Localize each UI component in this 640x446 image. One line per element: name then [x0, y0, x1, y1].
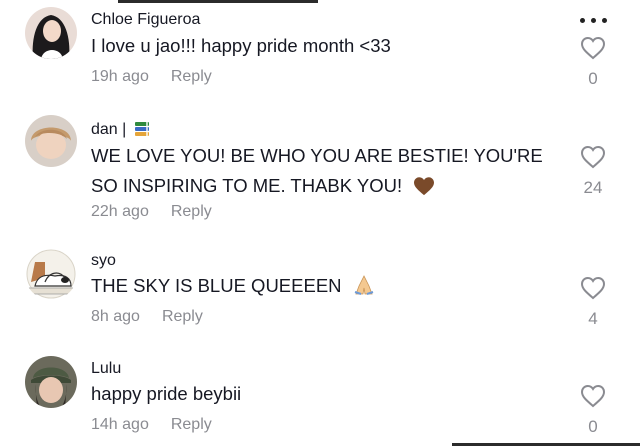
comment-time: 19h ago [91, 68, 149, 85]
like-button[interactable]: 0 [579, 384, 607, 437]
avatar[interactable] [25, 248, 77, 300]
comment-author[interactable]: Chloe Figueroa [91, 11, 200, 29]
books-icon [134, 122, 149, 136]
person-avatar-icon [25, 356, 77, 408]
comment-meta: 8h ago Reply [91, 308, 203, 326]
reply-button[interactable]: Reply [162, 308, 203, 325]
comment-text-label: THE SKY IS BLUE QUEEEEN [91, 275, 342, 296]
comment-text: THE SKY IS BLUE QUEEEEN [91, 271, 561, 301]
comment-time: 14h ago [91, 416, 149, 433]
brown-heart-icon [414, 177, 435, 196]
comment-item: Chloe Figueroa I love u jao!!! happy pri… [0, 0, 640, 100]
like-count: 0 [588, 417, 598, 436]
comment-item: Lulu happy pride beybii 14h ago Reply 0 [0, 352, 640, 446]
like-count: 4 [588, 309, 598, 328]
comment-text: happy pride beybii [91, 383, 242, 404]
comment-text: WE LOVE YOU! BE WHO YOU ARE BESTIE! YOU'… [91, 141, 561, 201]
like-button[interactable]: 4 [579, 276, 607, 329]
comment-author[interactable]: Lulu [91, 360, 121, 378]
like-button[interactable]: 24 [579, 145, 607, 198]
avatar[interactable] [25, 356, 77, 408]
reply-button[interactable]: Reply [171, 68, 212, 85]
comment-meta: 14h ago Reply [91, 416, 212, 434]
like-button[interactable]: 0 [579, 36, 607, 89]
reply-button[interactable]: Reply [171, 416, 212, 433]
comment-item: dan | WE LOVE YOU! BE WHO YOU ARE BESTIE… [0, 110, 640, 230]
avatar[interactable] [25, 115, 77, 167]
heart-outline-icon [580, 384, 606, 408]
like-count: 0 [588, 69, 598, 88]
comment-time: 8h ago [91, 308, 140, 325]
reply-button[interactable]: Reply [171, 203, 212, 220]
snoopy-avatar-icon [25, 248, 77, 300]
comment-text: I love u jao!!! happy pride month <33 [91, 35, 391, 56]
avatar[interactable] [25, 7, 77, 59]
person-avatar-icon [25, 7, 77, 59]
comment-time: 22h ago [91, 203, 149, 220]
heart-outline-icon [580, 276, 606, 300]
comment-author-label: dan | [91, 121, 127, 138]
comment-item: syo THE SKY IS BLUE QUEEEEN 8h ago Reply … [0, 244, 640, 344]
comment-meta: 19h ago Reply [91, 68, 212, 86]
comment-meta: 22h ago Reply [91, 203, 212, 221]
comment-author[interactable]: syo [91, 252, 116, 270]
person-avatar-icon [25, 115, 77, 167]
heart-outline-icon [580, 36, 606, 60]
like-count: 24 [583, 178, 603, 197]
folded-hands-icon [354, 275, 373, 295]
comment-text-label: WE LOVE YOU! BE WHO YOU ARE BESTIE! YOU'… [91, 145, 543, 196]
heart-outline-icon [580, 145, 606, 169]
comment-author[interactable]: dan | [91, 120, 151, 139]
